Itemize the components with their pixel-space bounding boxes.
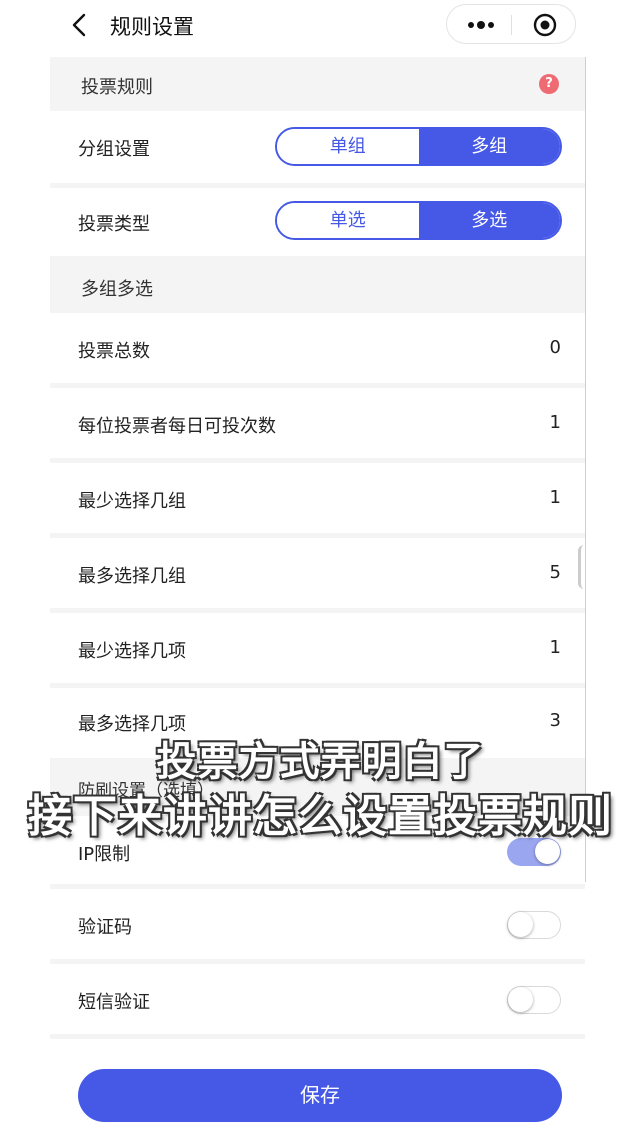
segment-single-group[interactable]: 单组 (277, 129, 419, 164)
row-label: 最少选择几组 (78, 491, 186, 512)
row-daily-votes[interactable]: 每位投票者每日可投次数 1 (50, 388, 585, 458)
row-value[interactable]: 1 (550, 637, 561, 658)
divider (50, 1034, 585, 1039)
section-title: 投票规则 (81, 77, 153, 98)
help-icon[interactable]: ? (539, 74, 559, 94)
navigation-bar: 规则设置 (0, 0, 641, 52)
row-label: 短信验证 (78, 992, 150, 1013)
row-label: 每位投票者每日可投次数 (78, 416, 276, 437)
more-options-icon[interactable] (463, 5, 499, 45)
row-label: 投票总数 (78, 341, 150, 362)
row-captcha: 验证码 (50, 889, 585, 959)
mini-program-capsule (446, 4, 576, 44)
section-header-multi: 多组多选 (50, 256, 585, 313)
vote-type-segmented-control: 单选 多选 (275, 201, 562, 240)
segment-multi-choice[interactable]: 多选 (418, 203, 560, 238)
row-label: 最多选择几组 (78, 566, 186, 587)
row-max-groups[interactable]: 最多选择几组 5 (50, 538, 585, 608)
row-min-items[interactable]: 最少选择几项 1 (50, 613, 585, 683)
segment-multi-group[interactable]: 多组 (418, 129, 560, 164)
vote-type-label: 投票类型 (78, 214, 150, 235)
row-label: 验证码 (78, 917, 132, 938)
segment-single-choice[interactable]: 单选 (277, 203, 419, 238)
group-setting-segmented-control: 单组 多组 (275, 127, 562, 166)
row-label: 最少选择几项 (78, 641, 186, 662)
row-value[interactable]: 1 (550, 412, 561, 433)
video-caption-line-2: 接下来讲讲怎么设置投票规则 (28, 791, 613, 842)
group-setting-label: 分组设置 (78, 139, 150, 160)
video-caption-line-1: 投票方式弄明白了 (156, 739, 485, 785)
captcha-toggle[interactable] (507, 911, 561, 939)
toggle-knob (508, 987, 533, 1012)
section-header-vote-rules: 投票规则 ? (50, 57, 585, 111)
capsule-divider (511, 15, 512, 35)
row-group-setting: 分组设置 单组 多组 (50, 111, 585, 183)
section-title: 多组多选 (81, 279, 153, 300)
row-vote-type: 投票类型 单选 多选 (50, 188, 585, 256)
toggle-knob (508, 912, 533, 937)
row-value[interactable]: 0 (550, 337, 561, 358)
row-value[interactable]: 3 (550, 710, 561, 731)
back-arrow-icon[interactable] (68, 10, 92, 40)
row-value[interactable]: 1 (550, 487, 561, 508)
row-sms-verify: 短信验证 (50, 964, 585, 1034)
row-total-votes[interactable]: 投票总数 0 (50, 313, 585, 383)
close-miniprogram-icon[interactable] (533, 13, 557, 37)
row-value[interactable]: 5 (550, 562, 561, 583)
row-min-groups[interactable]: 最少选择几组 1 (50, 463, 585, 533)
scroll-handle[interactable] (578, 545, 591, 589)
page-title: 规则设置 (110, 15, 194, 39)
save-button[interactable]: 保存 (78, 1069, 562, 1122)
sms-verify-toggle[interactable] (507, 986, 561, 1014)
